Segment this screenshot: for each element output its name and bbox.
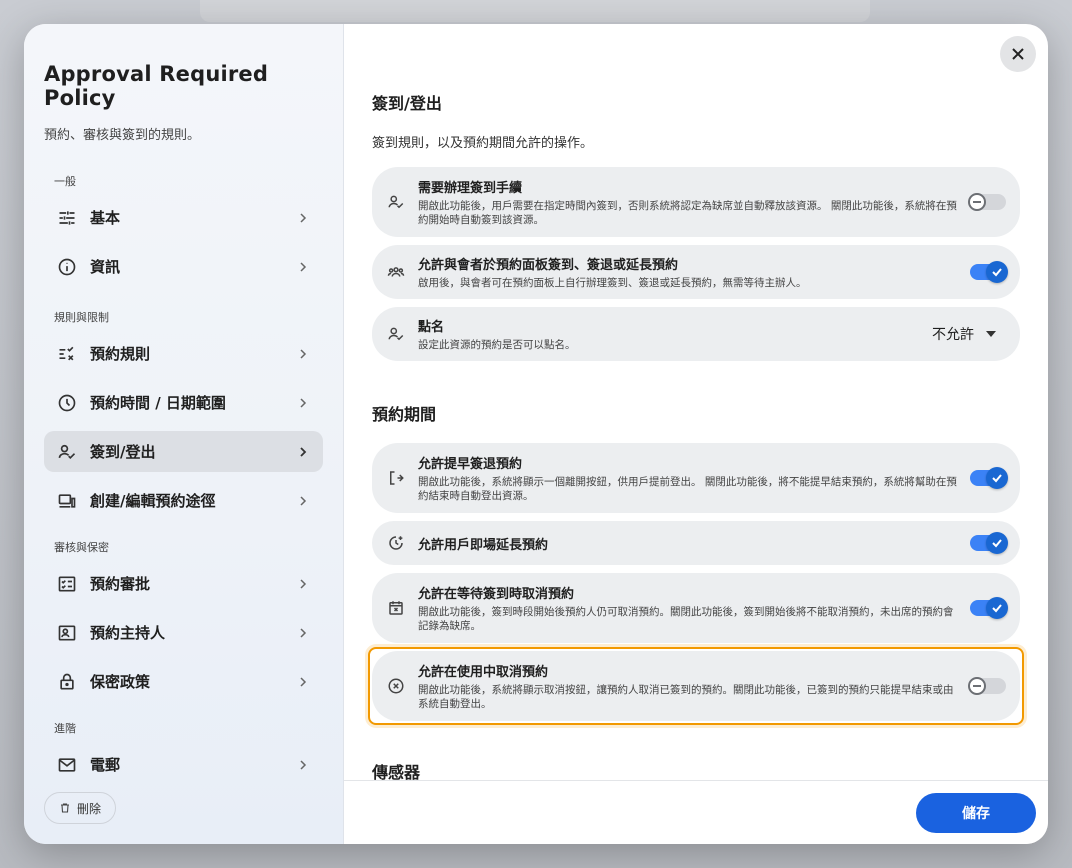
cancel-while-waiting-toggle[interactable] <box>970 597 1008 619</box>
nav-section-label: 審核與保密 <box>54 541 109 554</box>
dialog-subtitle: 預約、審核與簽到的規則。 <box>44 128 201 143</box>
setting-card-panel-check-in: 允許與會者於預約面板簽到、簽退或延長預約 啟用後，與會者可在預約面板上自行辦理簽… <box>372 245 1020 299</box>
dialog-footer: 儲存 <box>344 780 1048 844</box>
panel-check-in-toggle[interactable] <box>970 261 1008 283</box>
setting-card-cancel-in-use: 允許在使用中取消預約 開啟此功能後，系統將顯示取消按鈕，讓預約人取消已簽到的預約… <box>368 647 1024 725</box>
chevron-right-icon <box>300 261 307 272</box>
sidebar-item-check-in-out[interactable]: 簽到/登出 <box>44 431 323 472</box>
nav-section-label: 進階 <box>54 722 76 735</box>
sidebar-item-info[interactable]: 資訊 <box>44 246 323 287</box>
close-button[interactable] <box>1000 36 1036 72</box>
roll-call-value: 不允許 <box>932 327 974 343</box>
setting-title: 需要辦理簽到手續 <box>418 181 523 196</box>
trash-icon <box>61 803 69 813</box>
sidebar-item-approval[interactable]: 預約審批 <box>44 563 323 604</box>
rule-icon <box>56 343 78 365</box>
setting-card-extend-booking: 允許用戶即場延長預約 <box>372 521 1020 565</box>
setting-description: 啟用後，與會者可在預約面板上自行辦理簽到、簽退或延長預約，無需等待主辦人。 <box>418 277 807 289</box>
section-title-during-booking: 預約期間 <box>372 405 437 424</box>
calendar-cancel-icon <box>386 598 406 618</box>
delete-label: 刪除 <box>77 801 102 816</box>
early-check-out-toggle[interactable] <box>970 467 1008 489</box>
setting-card-early-check-out: 允許提早簽退預約 開啟此功能後，系統將顯示一個離開按鈕，供用戶提前登出。 關閉此… <box>372 443 1020 513</box>
caret-down-icon <box>986 331 996 337</box>
sidebar-item-label: 電郵 <box>90 756 121 774</box>
chevron-right-icon <box>300 348 307 359</box>
nav-section-advanced: 進階 電郵 <box>44 720 323 785</box>
sidebar-item-label: 基本 <box>90 209 121 227</box>
save-button[interactable]: 儲存 <box>916 793 1036 833</box>
setting-card-cancel-while-waiting: 允許在等待簽到時取消預約 開啟此功能後，簽到時段開始後預約人仍可取消預約。關閉此… <box>372 573 1020 643</box>
chevron-right-icon <box>300 212 307 223</box>
sidebar-item-host[interactable]: 預約主持人 <box>44 612 323 653</box>
sidebar-item-email[interactable]: 電郵 <box>44 744 323 785</box>
setting-card-require-check-in: 需要辦理簽到手續 開啟此功能後，用戶需要在指定時間內簽到，否則系統將認定為缺席並… <box>372 167 1020 237</box>
sidebar-item-label: 保密政策 <box>90 673 151 691</box>
backdrop-bar <box>200 0 870 22</box>
lock-icon <box>56 671 78 693</box>
setting-title: 允許在等待簽到時取消預約 <box>418 587 575 602</box>
setting-title: 點名 <box>418 320 445 335</box>
focus-highlight <box>368 647 1024 725</box>
sidebar-item-label: 預約時間 / 日期範圍 <box>90 394 226 412</box>
nav-section-approval: 審核與保密 預約審批 預約主持人 保密政策 <box>44 539 323 702</box>
person-check-icon <box>386 324 406 344</box>
chevron-right-icon <box>300 495 307 506</box>
settings-scroll-area[interactable]: 簽到/登出 簽到規則，以及預約期間允許的操作。 需要辦理簽到手續 開啟此功能後，… <box>344 24 1048 780</box>
chevron-right-icon <box>300 397 307 408</box>
sidebar-item-label: 簽到/登出 <box>90 443 156 461</box>
group-icon <box>386 262 406 282</box>
close-icon <box>1012 48 1024 60</box>
require-check-in-toggle[interactable] <box>968 193 1006 211</box>
dialog-title: Approval Required Policy <box>44 62 269 110</box>
setting-description: 開啟此功能後，系統將顯示一個離開按鈕，供用戶提前登出。 關閉此功能後，將不能提早… <box>418 476 957 502</box>
setting-card-roll-call: 點名 設定此資源的預約是否可以點名。 不允許 <box>372 307 1020 361</box>
nav-section-label: 一般 <box>54 175 76 188</box>
chevron-right-icon <box>300 627 307 638</box>
info-icon <box>56 256 78 278</box>
host-icon <box>56 622 78 644</box>
sidebar: Approval Required Policy 預約、審核與簽到的規則。 一般… <box>24 24 344 844</box>
chevron-right-icon <box>300 759 307 770</box>
nav-section-rules: 規則與限制 預約規則 預約時間 / 日期範圍 簽到/登出 創建/編輯預約途徑 <box>44 309 323 521</box>
setting-description: 設定此資源的預約是否可以點名。 <box>418 339 576 351</box>
setting-title: 允許與會者於預約面板簽到、簽退或延長預約 <box>418 258 679 273</box>
clock-icon <box>56 392 78 414</box>
sidebar-item-label: 預約主持人 <box>90 624 166 642</box>
nav-section-label: 規則與限制 <box>54 311 109 324</box>
chevron-right-icon <box>300 446 307 457</box>
person-check-icon <box>386 192 406 212</box>
main-panel: 簽到/登出 簽到規則，以及預約期間允許的操作。 需要辦理簽到手續 開啟此功能後，… <box>344 24 1048 844</box>
policy-dialog: Approval Required Policy 預約、審核與簽到的規則。 一般… <box>24 24 1048 844</box>
setting-title: 允許用戶即場延長預約 <box>418 537 549 553</box>
sidebar-item-basic[interactable]: 基本 <box>44 197 323 238</box>
setting-description: 開啟此功能後，簽到時段開始後預約人仍可取消預約。關閉此功能後，簽到開始後將不能取… <box>418 606 954 632</box>
devices-icon <box>56 490 78 512</box>
checklist-icon <box>56 573 78 595</box>
sidebar-item-booking-channels[interactable]: 創建/編輯預約途徑 <box>44 480 323 521</box>
sidebar-item-label: 資訊 <box>90 258 121 276</box>
person-check-icon <box>56 441 78 463</box>
section-description: 簽到規則，以及預約期間允許的操作。 <box>372 136 594 151</box>
sidebar-item-booking-time[interactable]: 預約時間 / 日期範圍 <box>44 382 323 423</box>
section-title-sensors: 傳感器 <box>372 763 421 780</box>
sidebar-item-label: 創建/編輯預約途徑 <box>90 492 216 510</box>
roll-call-select[interactable]: 不允許 <box>932 324 1006 344</box>
section-title-check-in: 簽到/登出 <box>372 94 442 113</box>
extend-booking-toggle[interactable] <box>970 532 1008 554</box>
chevron-right-icon <box>300 578 307 589</box>
delete-button[interactable]: 刪除 <box>44 792 117 824</box>
mail-icon <box>56 754 78 776</box>
setting-description: 開啟此功能後，用戶需要在指定時間內簽到，否則系統將認定為缺席並自動釋放該資源。 … <box>418 200 957 226</box>
tune-icon <box>56 207 78 229</box>
sidebar-item-label: 預約審批 <box>90 575 151 593</box>
nav-section-general: 一般 基本 資訊 <box>44 173 323 287</box>
setting-title: 允許提早簽退預約 <box>418 457 523 472</box>
sidebar-item-label: 預約規則 <box>90 345 151 363</box>
logout-icon <box>386 468 406 488</box>
sidebar-item-privacy[interactable]: 保密政策 <box>44 661 323 702</box>
extend-time-icon <box>386 533 406 553</box>
sidebar-item-booking-rules[interactable]: 預約規則 <box>44 333 323 374</box>
chevron-right-icon <box>300 676 307 687</box>
